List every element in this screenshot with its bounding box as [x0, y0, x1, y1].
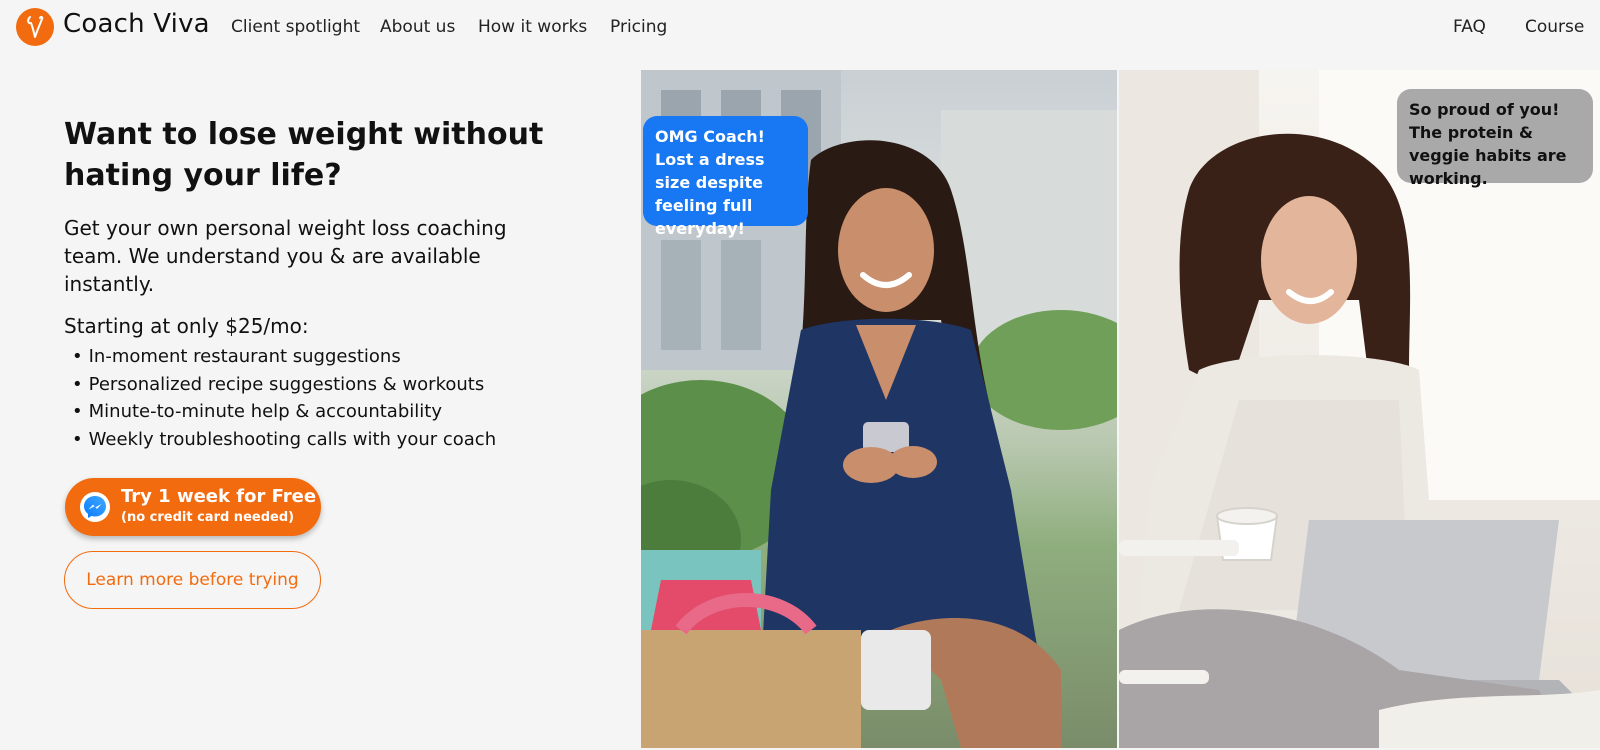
messenger-icon: [80, 492, 110, 522]
no-card-note: (no credit card needed): [121, 510, 295, 525]
feature-item: • In-moment restaurant suggestions: [72, 346, 401, 367]
top-navigation: Coach Viva Client spotlight About us How…: [0, 0, 1600, 56]
feature-item: • Minute-to-minute help & accountability: [72, 401, 442, 422]
feature-item: • Weekly troubleshooting calls with your …: [72, 428, 497, 450]
nav-link-faq[interactable]: FAQ: [1453, 17, 1486, 37]
brand-name[interactable]: Coach Viva: [63, 9, 210, 39]
nav-link-client-spotlight[interactable]: Client spotlight: [231, 17, 360, 37]
logo-icon[interactable]: [16, 8, 54, 46]
bullet-icon: •: [72, 346, 83, 367]
client-message-bubble: OMG Coach! Lost a dress size despite fee…: [643, 116, 808, 238]
nav-link-course[interactable]: Course: [1525, 17, 1584, 37]
nav-link-how-it-works[interactable]: How it works: [478, 17, 587, 37]
feature-item: • Personalized recipe suggestions & worko…: [72, 373, 485, 395]
bullet-icon: •: [72, 401, 83, 422]
coach-message-bubble: So proud of you! The protein & veggie ha…: [1397, 89, 1593, 188]
v-monogram-icon: [27, 15, 44, 38]
learn-more-button[interactable]: Learn more before trying: [64, 551, 321, 609]
pricing-line: Starting at only $25/mo:: [64, 314, 309, 338]
nav-link-about-us[interactable]: About us: [380, 17, 455, 37]
bullet-icon: •: [72, 373, 83, 395]
bullet-icon: •: [72, 428, 83, 450]
nav-link-pricing[interactable]: Pricing: [610, 17, 667, 37]
hero-subtitle: Get your own personal weight loss coachi…: [64, 216, 507, 296]
try-free-label: Try 1 week for Free: [121, 486, 317, 507]
feature-list: • In-moment restaurant suggestions • Perso…: [72, 343, 496, 453]
hero-title: Want to lose weight without hating your …: [64, 117, 544, 193]
try-free-button[interactable]: Try 1 week for Free (no credit card need…: [65, 478, 321, 536]
